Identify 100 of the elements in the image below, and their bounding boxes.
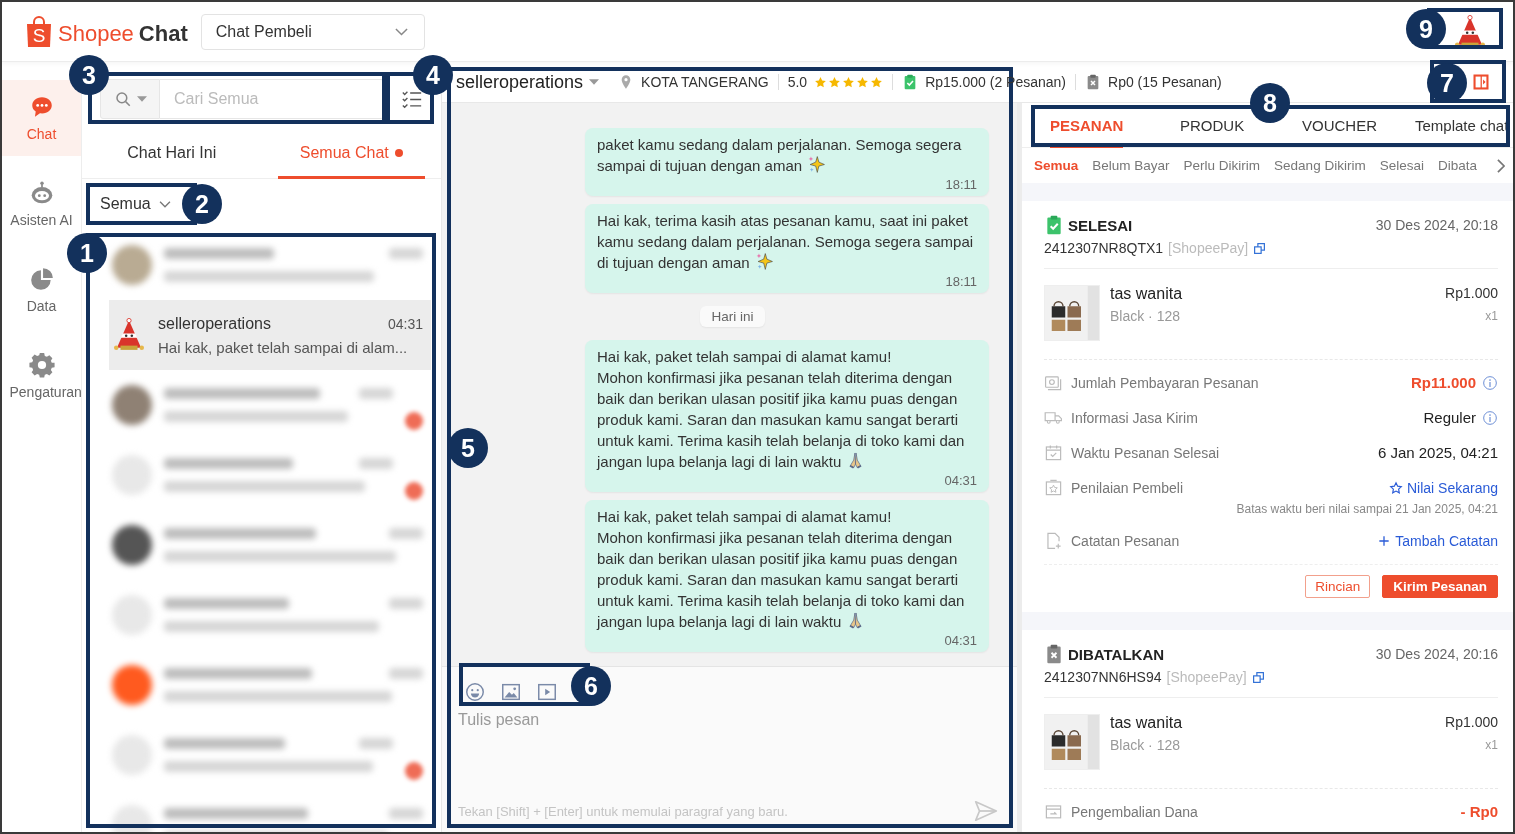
chevron-right-icon[interactable] xyxy=(1497,158,1505,173)
product-price: Rp1.000 xyxy=(1445,285,1498,301)
product-photo xyxy=(1044,285,1100,341)
location-text: KOTA TANGERANG xyxy=(641,74,769,90)
message-preview: Hai kak, paket telah sampai di alam... xyxy=(158,338,409,356)
star-icon xyxy=(842,75,856,89)
message-time: 18:11 xyxy=(945,274,977,289)
payment-method: [ShopeePay] xyxy=(1168,240,1249,256)
message-text: Hai kak, paket telah sampai di alamat kamu! Mohon konfirmasi jika pesanan telah diterima dengan baik dan berikan ulasan positif jika kamu puas dengan produk kami. Saran dan masukan kamu sangat berarti untuk kami. Terima kasih telah belanja di toko kami dan jangan lupa belanja lagi di lain waktu xyxy=(597,346,977,472)
date-separator: Hari ini xyxy=(700,306,765,327)
detail-label: Jumlah Pembayaran Pesanan xyxy=(1071,374,1259,393)
message-text: Hai kak, terima kasih atas pesanan kamu, saat ini paket kamu sedang dalam perjalanan. Semoga segera sampai di tujuan dengan aman xyxy=(597,210,977,273)
emoji-icon[interactable] xyxy=(464,681,486,703)
clipboard-x-icon xyxy=(1085,74,1101,90)
chat-tab[interactable]: Semua Chat xyxy=(277,130,425,179)
message-input[interactable]: Tulis pesan xyxy=(458,703,999,798)
order-id: 2412307NR8QTX1 xyxy=(1044,240,1164,256)
status-filter-tab[interactable]: Dibata xyxy=(1437,158,1477,173)
detail-value: - Rp0 xyxy=(1460,802,1498,822)
star-box-icon xyxy=(1044,478,1063,497)
status-filter-tab[interactable]: Semua xyxy=(1034,158,1079,173)
plus-icon xyxy=(1377,534,1392,548)
order-status: DIBATALKAN xyxy=(1068,645,1165,663)
message-time: 18:11 xyxy=(945,177,977,192)
status-filter-tab[interactable]: Selesai xyxy=(1379,158,1424,173)
chat-list-item[interactable]: selleroperations 04:31 Hai kak, paket telah sampai di alam... xyxy=(109,300,431,370)
detail-label: Waktu Pesanan Selesai xyxy=(1071,444,1220,463)
chevron-down-icon xyxy=(394,27,408,36)
chevron-down-icon xyxy=(158,200,171,208)
rating-text: 5.0 xyxy=(787,74,808,90)
status-filter-tab[interactable]: Sedang Dikirim xyxy=(1274,158,1366,173)
copy-icon[interactable] xyxy=(1251,670,1265,684)
contact-dropdown[interactable]: selleroperations xyxy=(456,71,600,93)
detail-label: Catatan Pesanan xyxy=(1071,532,1180,551)
panel-tab[interactable]: VOUCHER xyxy=(1302,105,1377,148)
product-quantity: x1 xyxy=(1485,738,1498,752)
status-filter-tab[interactable]: Belum Bayar xyxy=(1092,158,1170,173)
card-icon xyxy=(1044,802,1063,821)
search-icon xyxy=(113,90,132,108)
video-icon[interactable] xyxy=(536,681,558,703)
detail-label: Pengembalian Dana xyxy=(1071,803,1198,822)
status-filter-tab[interactable]: Perlu Dikirim xyxy=(1183,158,1261,173)
chat-tab[interactable]: Chat Hari Ini xyxy=(105,130,239,179)
copy-icon[interactable] xyxy=(1253,241,1267,255)
image-icon[interactable] xyxy=(500,681,522,703)
order-id: 2412307NN6HS94 xyxy=(1044,669,1162,685)
message-time: 04:31 xyxy=(944,633,977,648)
caret-icon xyxy=(136,96,147,102)
pie-chart-icon xyxy=(28,265,55,292)
action-link[interactable]: Tambah Catatan xyxy=(1377,531,1498,551)
product-price: Rp1.000 xyxy=(1445,714,1498,730)
product-variant: Black · 128 xyxy=(1110,308,1182,324)
message-text: paket kamu sedang dalam perjalanan. Semoga segera sampai di tujuan dengan aman xyxy=(597,134,977,176)
order-stat-text: Rp0 (15 Pesanan) xyxy=(1108,74,1222,90)
panel-tab[interactable]: PRODUK xyxy=(1180,105,1245,148)
star-outline-icon xyxy=(1388,481,1403,495)
details-button[interactable]: Rincian xyxy=(1305,575,1371,598)
contact-name: selleroperations xyxy=(158,314,271,333)
message-time: 04:31 xyxy=(387,315,423,332)
calendar-check-icon xyxy=(1044,443,1063,462)
logo-text: Chat xyxy=(138,19,188,48)
detail-value: Reguler xyxy=(1423,408,1476,428)
search-field[interactable]: Cari Semua xyxy=(160,79,384,119)
caret-icon xyxy=(589,79,600,85)
order-date: 30 Des 2024, 20:18 xyxy=(1375,217,1498,233)
action-link[interactable]: Nilai Sekarang xyxy=(1388,478,1498,498)
send-order-button[interactable]: Kirim Pesanan xyxy=(1382,575,1498,598)
clipboard-check-icon xyxy=(1044,215,1064,235)
shopee-bag-logo: S xyxy=(26,15,52,48)
star-icon xyxy=(814,75,828,89)
star-icon xyxy=(870,75,884,89)
detail-value: 6 Jan 2025, 04:21 xyxy=(1377,443,1498,463)
note-add-icon xyxy=(1044,531,1063,550)
clipboard-x-icon xyxy=(1044,644,1064,664)
detail-value: Rp11.000 xyxy=(1410,373,1476,393)
order-date: 30 Des 2024, 20:16 xyxy=(1375,646,1498,662)
product-photo xyxy=(1044,714,1100,770)
mascot-avatar xyxy=(112,318,146,352)
collapse-panel-icon[interactable] xyxy=(1471,72,1491,92)
star-icon xyxy=(856,75,870,89)
payment-method: [ShopeePay] xyxy=(1166,669,1247,685)
search-scope-dropdown[interactable] xyxy=(100,79,160,119)
wallet-icon xyxy=(1044,373,1063,392)
chat-mode-dropdown[interactable]: Chat Pembeli xyxy=(200,13,425,50)
panel-tab[interactable]: PESANAN xyxy=(1050,105,1124,148)
message-time: 04:31 xyxy=(944,473,977,488)
message-text: Hai kak, paket telah sampai di alamat kamu! Mohon konfirmasi jika pesanan telah diterima dengan baik dan berikan ulasan positif jika kamu puas dengan produk kami. Saran dan masukan kamu sangat berarti untuk kami. Terima kasih telah belanja di toko kami dan jangan lupa belanja lagi di lain waktu xyxy=(597,506,977,632)
product-name: tas wanita xyxy=(1110,285,1184,303)
detail-label: Informasi Jasa Kirim xyxy=(1071,409,1198,428)
order-status: SELESAI xyxy=(1068,216,1133,234)
sidebar-nav-item[interactable]: Pengaturan xyxy=(2,338,81,414)
logo-text: Shopee xyxy=(58,19,134,48)
product-quantity: x1 xyxy=(1485,309,1498,323)
settings-icon xyxy=(28,351,55,378)
product-variant: Black · 128 xyxy=(1110,737,1182,753)
star-icon xyxy=(828,75,842,89)
detail-label: Penilaian Pembeli xyxy=(1071,479,1184,498)
product-name: tas wanita xyxy=(1110,714,1184,732)
sidebar-nav-item[interactable]: Chat xyxy=(2,80,81,156)
detail-note: Batas waktu beri nilai sampai 21 Jan 2025, 04:21 xyxy=(1236,502,1498,516)
